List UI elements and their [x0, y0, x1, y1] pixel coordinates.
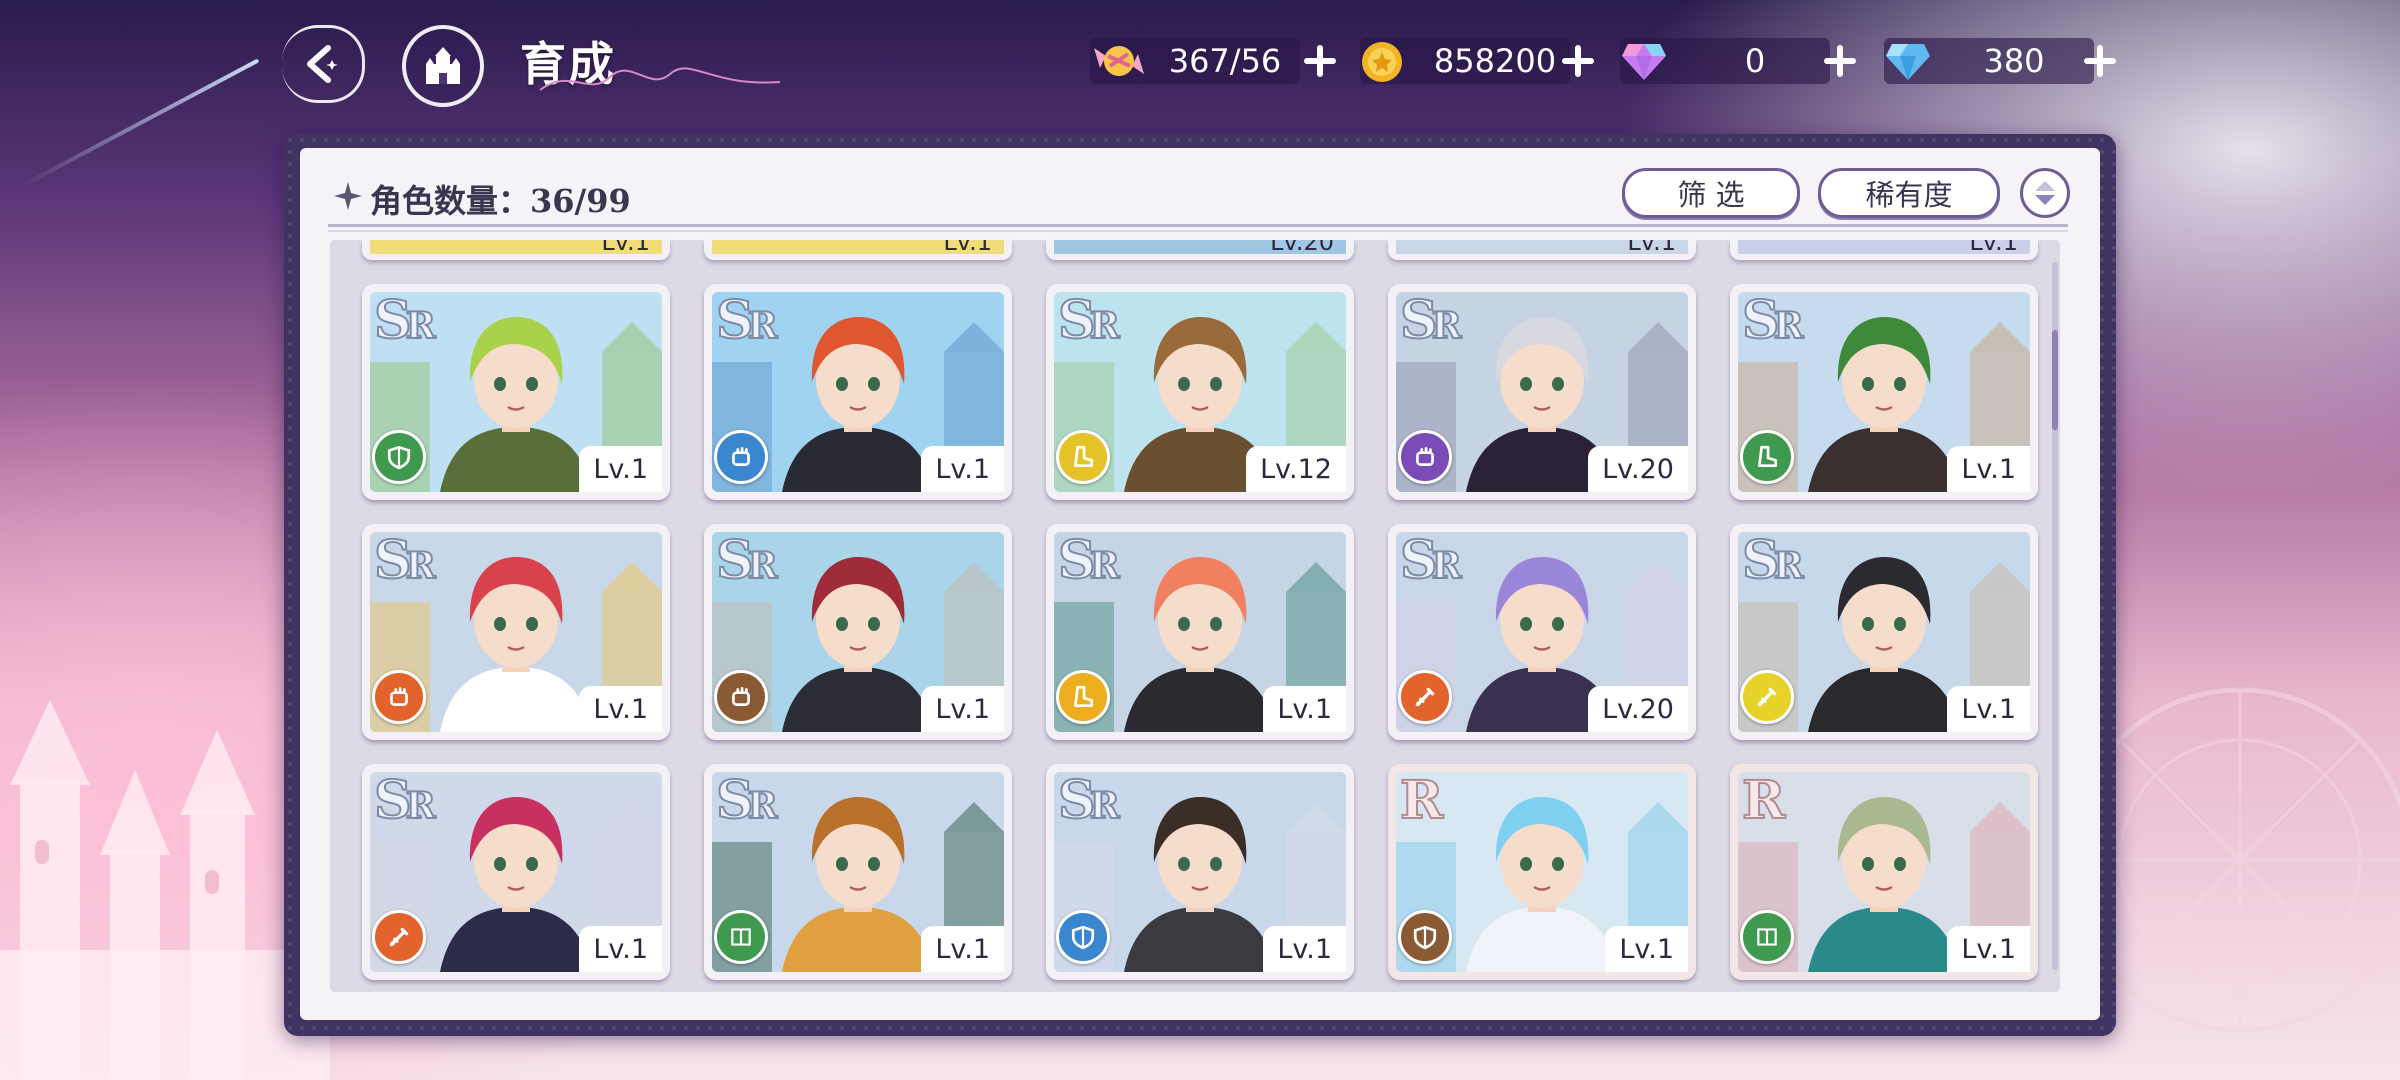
add-pink-gem-button[interactable] — [1820, 41, 1860, 81]
character-card[interactable]: SR Lv.1 — [1730, 284, 2038, 500]
card-level: Lv.1 — [1947, 926, 2030, 972]
book-attribute-icon — [714, 910, 768, 964]
castle-silhouette — [0, 700, 330, 1080]
character-card[interactable]: SR Lv.1 — [704, 764, 1012, 980]
character-card[interactable]: SR Lv.20 — [1388, 524, 1696, 740]
header-divider-secondary — [328, 230, 2068, 232]
blue-diamond-icon — [1886, 44, 1930, 80]
card-level: Lv.1 — [579, 926, 662, 972]
home-button[interactable] — [402, 25, 484, 107]
card-level: Lv.1 — [579, 686, 662, 732]
card-level: Lv.20 — [1588, 686, 1688, 732]
fist-attribute-icon — [714, 670, 768, 724]
rarity-badge: SR — [373, 529, 436, 592]
rarity-badge: SR — [715, 529, 778, 592]
rarity-badge: SR — [715, 769, 778, 832]
character-card[interactable]: SR Lv.1 — [1046, 524, 1354, 740]
rarity-badge: SR — [1057, 529, 1120, 592]
title-script-decoration — [540, 67, 780, 91]
character-card-partial[interactable]: Lv.1 — [362, 240, 670, 260]
card-level: Lv.20 — [1270, 240, 1334, 256]
sparkle-icon — [334, 182, 362, 210]
sword-attribute-icon — [1398, 670, 1452, 724]
character-card[interactable]: SR Lv.12 — [1046, 284, 1354, 500]
card-level: Lv.1 — [1969, 240, 2018, 256]
add-candy-button[interactable] — [1300, 41, 1340, 81]
card-level: Lv.1 — [921, 446, 1004, 492]
candy-icon — [1094, 46, 1144, 76]
top-bar: 育成 367/56 858200 0 380 — [0, 0, 2400, 120]
rarity-badge: R — [1741, 769, 1786, 832]
fist-attribute-icon — [714, 430, 768, 484]
back-arrow-icon — [307, 45, 338, 83]
boot-attribute-icon — [1740, 430, 1794, 484]
rarity-badge: SR — [1741, 289, 1804, 352]
card-level: Lv.1 — [579, 446, 662, 492]
boot-attribute-icon — [1056, 430, 1110, 484]
character-card[interactable]: SR Lv.1 — [1046, 764, 1354, 980]
scrollbar-thumb[interactable] — [2052, 330, 2058, 430]
rarity-badge: SR — [1057, 769, 1120, 832]
resource-candy: 367/56 — [1090, 38, 1340, 84]
sword-attribute-icon — [1740, 670, 1794, 724]
rarity-badge: SR — [1399, 529, 1462, 592]
pink-gem-icon — [1622, 44, 1666, 80]
rarity-badge: R — [1399, 769, 1444, 832]
card-level: Lv.1 — [1627, 240, 1676, 256]
rarity-badge: SR — [373, 769, 436, 832]
character-card[interactable]: SR Lv.1 — [362, 764, 670, 980]
character-card[interactable]: R Lv.1 — [1730, 764, 2038, 980]
add-diamond-button[interactable] — [2080, 41, 2120, 81]
card-level: Lv.1 — [1605, 926, 1688, 972]
card-level: Lv.12 — [1246, 446, 1346, 492]
rarity-badge: SR — [373, 289, 436, 352]
header-divider — [328, 224, 2068, 227]
character-card-partial[interactable]: Lv.1 — [1388, 240, 1696, 260]
rarity-badge: SR — [1399, 289, 1462, 352]
add-gold-button[interactable] — [1558, 41, 1598, 81]
character-card[interactable]: SR Lv.1 — [704, 284, 1012, 500]
resource-gold: 858200 — [1360, 38, 1600, 84]
resource-pink-gem: 0 — [1620, 38, 1870, 84]
castle-home-icon — [426, 47, 460, 84]
book-attribute-icon — [1740, 910, 1794, 964]
card-level: Lv.1 — [1947, 446, 2030, 492]
shield-attribute-icon — [1398, 910, 1452, 964]
card-level: Lv.1 — [943, 240, 992, 256]
sort-order-button[interactable] — [2020, 168, 2070, 218]
back-button[interactable] — [282, 25, 365, 103]
shield-attribute-icon — [372, 430, 426, 484]
character-count: 角色数量：36/99 — [370, 182, 631, 220]
rarity-badge: SR — [1741, 529, 1804, 592]
resource-blue-diamond: 380 — [1884, 38, 2134, 84]
card-level: Lv.1 — [921, 686, 1004, 732]
character-card[interactable]: SR Lv.1 — [362, 524, 670, 740]
sort-arrows-icon — [2035, 181, 2055, 205]
rarity-badge: SR — [715, 289, 778, 352]
character-card-partial[interactable]: Lv.1 — [704, 240, 1012, 260]
character-card[interactable]: SR Lv.20 — [1388, 284, 1696, 500]
fist-attribute-icon — [1398, 430, 1452, 484]
boot-attribute-icon — [1056, 670, 1110, 724]
card-level: Lv.20 — [1588, 446, 1688, 492]
character-card-partial[interactable]: Lv.1 — [1730, 240, 2038, 260]
card-level: Lv.1 — [1263, 926, 1346, 972]
card-level: Lv.1 — [921, 926, 1004, 972]
card-level: Lv.1 — [601, 240, 650, 256]
filter-button[interactable]: 筛 选 — [1622, 168, 1800, 218]
character-card[interactable]: R Lv.1 — [1388, 764, 1696, 980]
fist-attribute-icon — [372, 670, 426, 724]
rarity-badge: SR — [1057, 289, 1120, 352]
shield-attribute-icon — [1056, 910, 1110, 964]
character-card[interactable]: SR Lv.1 — [704, 524, 1012, 740]
gold-coin-icon — [1362, 42, 1402, 82]
sword-attribute-icon — [372, 910, 426, 964]
rarity-sort-button[interactable]: 稀有度 — [1818, 168, 2000, 218]
character-card-partial[interactable]: Lv.20 — [1046, 240, 1354, 260]
character-card[interactable]: SR Lv.1 — [1730, 524, 2038, 740]
card-level: Lv.1 — [1263, 686, 1346, 732]
card-level: Lv.1 — [1947, 686, 2030, 732]
character-card[interactable]: SR Lv.1 — [362, 284, 670, 500]
